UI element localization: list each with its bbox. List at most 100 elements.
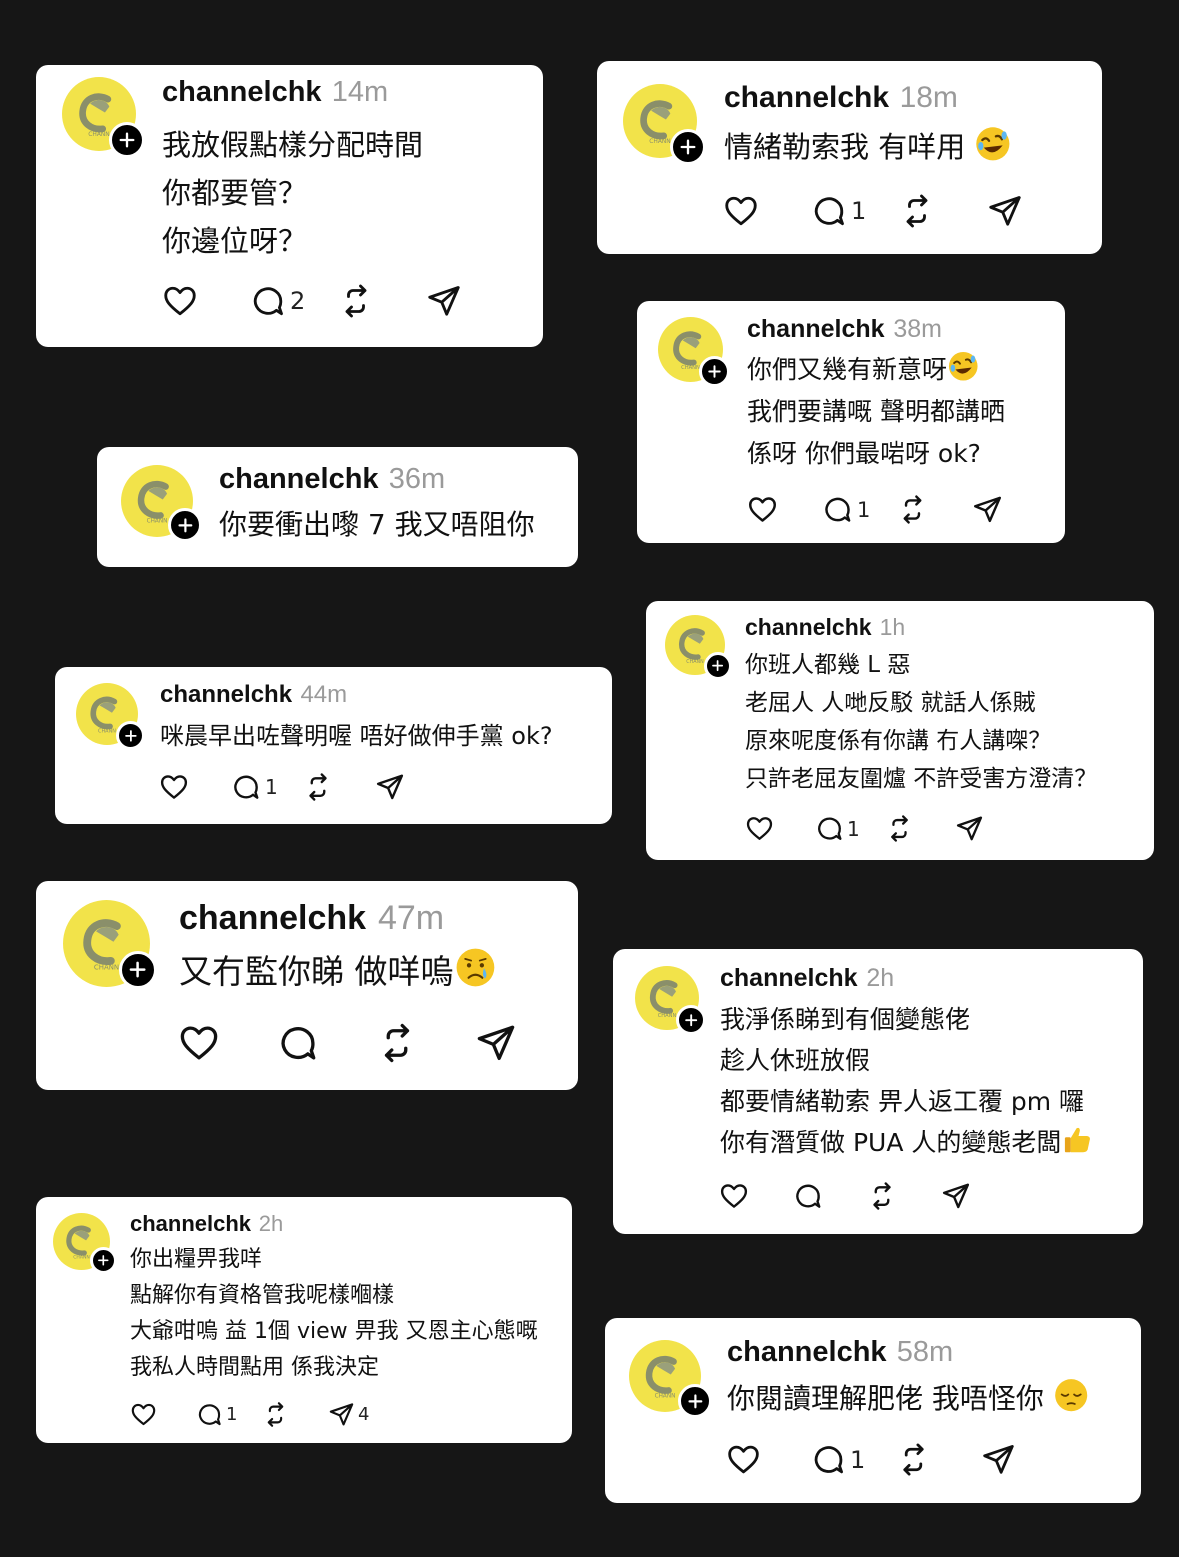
share-button[interactable]	[955, 814, 1025, 843]
follow-plus-icon[interactable]	[670, 129, 706, 165]
avatar-label: CHANN	[98, 729, 116, 735]
send-icon	[477, 1025, 515, 1061]
follow-plus-icon[interactable]	[168, 508, 202, 542]
reply-count: 1	[850, 1445, 866, 1474]
like-button[interactable]	[162, 283, 250, 319]
username[interactable]: channelchk	[130, 1211, 251, 1236]
share-button[interactable]	[375, 772, 447, 802]
post-card: CHANN channelchk 1h 你班人都幾 L 惡 老屈人 人哋反駁 就話…	[646, 601, 1154, 860]
repost-button[interactable]	[303, 772, 375, 802]
username[interactable]: channelchk	[162, 76, 322, 108]
username[interactable]: channelchk	[160, 681, 292, 708]
repost-button[interactable]	[885, 814, 955, 843]
action-bar: 1	[159, 772, 447, 802]
action-bar: 1	[745, 814, 1025, 843]
rofl-emoji-icon	[974, 125, 1012, 163]
timestamp: 36m	[388, 463, 446, 495]
post-text: 又冇監你睇 做咩嗚	[179, 946, 496, 998]
reply-button[interactable]: 1	[231, 772, 303, 802]
reply-count: 1	[851, 197, 867, 225]
repost-button[interactable]	[262, 1401, 328, 1428]
send-icon	[376, 774, 404, 800]
follow-plus-icon[interactable]	[90, 1247, 117, 1274]
timestamp: 18m	[899, 81, 958, 114]
plus-icon	[124, 729, 137, 742]
plus-icon	[98, 1255, 109, 1266]
post-text: 你要衝出嚟 7 我又唔阻你	[219, 508, 535, 541]
username[interactable]: channelchk	[179, 899, 366, 937]
timestamp: 2h	[866, 964, 895, 992]
action-bar: 1	[723, 193, 1075, 229]
username[interactable]: channelchk	[745, 614, 872, 640]
reply-button[interactable]: 1	[196, 1401, 262, 1428]
follow-plus-icon[interactable]	[699, 356, 730, 387]
share-button[interactable]	[981, 1442, 1066, 1477]
timestamp: 58m	[896, 1336, 954, 1368]
action-bar: 1	[747, 494, 1047, 525]
post-card: CHANN channelchk 18m 情緒勒索我 有咩用 1	[597, 61, 1102, 254]
reply-button[interactable]: 2	[250, 283, 338, 319]
follow-plus-icon[interactable]	[119, 951, 157, 989]
repost-button[interactable]	[897, 494, 972, 525]
avatar-label: CHANN	[655, 1394, 676, 1400]
repost-icon	[906, 194, 928, 228]
heart-icon	[160, 775, 188, 799]
like-button[interactable]	[726, 1442, 811, 1477]
heart-icon	[131, 1403, 156, 1426]
share-button[interactable]: 4	[328, 1401, 394, 1428]
username[interactable]: channelchk	[727, 1336, 887, 1368]
repost-button[interactable]	[899, 193, 987, 229]
avatar-label: CHANN	[94, 964, 119, 972]
reply-count: 1	[847, 816, 860, 841]
post-text: 我淨係睇到有個變態佬 趁人休班放假 都要情緒勒索 畀人返工覆 pm 囉 你有潛質…	[720, 999, 1094, 1163]
like-button[interactable]	[178, 1022, 277, 1064]
repost-button[interactable]	[896, 1442, 981, 1477]
reply-button[interactable]	[793, 1181, 867, 1211]
send-icon	[983, 1444, 1014, 1474]
plus-icon	[708, 365, 721, 378]
username[interactable]: channelchk	[724, 81, 889, 114]
avatar-label: CHANN	[681, 365, 700, 371]
repost-button[interactable]	[376, 1022, 475, 1064]
reply-button[interactable]: 1	[815, 814, 885, 843]
timestamp: 38m	[893, 315, 942, 343]
follow-plus-icon[interactable]	[116, 721, 145, 750]
repost-button[interactable]	[338, 283, 426, 319]
follow-plus-icon[interactable]	[704, 652, 732, 680]
reply-button[interactable]: 1	[822, 494, 897, 525]
like-button[interactable]	[723, 193, 811, 229]
avatar-label: CHANN	[686, 659, 704, 665]
send-icon	[956, 816, 983, 841]
share-button[interactable]	[475, 1022, 574, 1064]
reply-button[interactable]	[277, 1022, 376, 1064]
share-button[interactable]	[426, 283, 514, 319]
action-bar	[178, 1022, 574, 1064]
username[interactable]: channelchk	[747, 315, 885, 343]
reply-count: 1	[226, 1404, 238, 1425]
heart-icon	[749, 497, 776, 522]
action-bar: 14	[130, 1401, 394, 1428]
follow-plus-icon[interactable]	[676, 1005, 706, 1035]
reply-button[interactable]: 1	[811, 1442, 896, 1477]
like-button[interactable]	[745, 814, 815, 843]
share-button[interactable]	[941, 1181, 1015, 1211]
follow-plus-icon[interactable]	[109, 122, 145, 158]
thumbs-up-emoji-icon	[1061, 1123, 1094, 1156]
share-button[interactable]	[972, 494, 1047, 525]
username[interactable]: channelchk	[720, 964, 858, 992]
comment-icon	[281, 1027, 316, 1060]
comment-icon	[814, 1446, 844, 1474]
repost-button[interactable]	[867, 1181, 941, 1211]
username[interactable]: channelchk	[219, 463, 379, 495]
plus-icon	[130, 962, 146, 978]
share-button[interactable]	[987, 193, 1075, 229]
post-text: 你們又幾有新意呀 我們要講嘅 聲明都講晒 係呀 你們最啱呀 ok?	[747, 349, 1005, 475]
like-button[interactable]	[130, 1401, 196, 1428]
like-button[interactable]	[159, 772, 231, 802]
follow-plus-icon[interactable]	[678, 1384, 712, 1418]
reply-button[interactable]: 1	[811, 193, 899, 229]
like-button[interactable]	[747, 494, 822, 525]
send-icon	[989, 196, 1021, 226]
action-bar: 2	[162, 283, 514, 319]
like-button[interactable]	[719, 1181, 793, 1211]
